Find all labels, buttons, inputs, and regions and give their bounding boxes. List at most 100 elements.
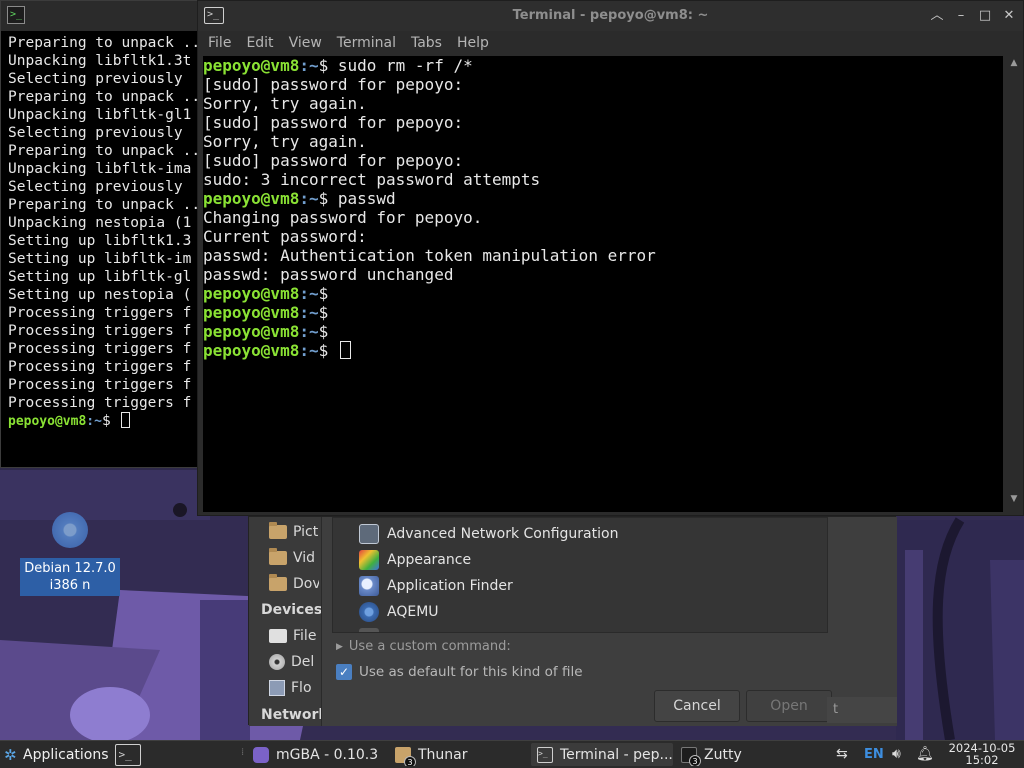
output-line: Setting up libfltk1.3	[8, 233, 192, 249]
output-line: Selecting previously	[8, 125, 192, 141]
window-count-badge: 3	[404, 755, 416, 766]
output-line: Processing triggers f	[8, 305, 192, 321]
output-line: Processing triggers f	[8, 395, 192, 411]
desktop-icon-label: Debian 12.7.0 i386 n	[20, 558, 120, 596]
terminal-launcher-icon[interactable]: >_	[114, 743, 141, 766]
output-line: Unpacking libfltk1.3t	[8, 53, 192, 69]
app-icon	[359, 628, 379, 632]
prompt-line: pepoyo@vm8:~$	[203, 303, 1003, 322]
terminal-menubar: File Edit View Terminal Tabs Help	[198, 31, 1023, 55]
task-thunar[interactable]: 3 Thunar	[389, 743, 529, 766]
output-line: Preparing to unpack ...	[8, 143, 199, 159]
network-config-icon	[359, 524, 379, 544]
background-terminal-titlebar[interactable]: >_	[1, 1, 199, 31]
output-line: Unpacking libfltk-ima	[8, 161, 192, 177]
prompt-user: pepoyo@vm8	[203, 303, 300, 322]
keyboard-layout-indicator[interactable]: EN	[864, 747, 886, 762]
output-line: passwd: password unchanged	[203, 265, 454, 284]
output-line: Preparing to unpack ...	[8, 35, 199, 51]
output-line: Preparing to unpack ...	[8, 89, 199, 105]
terminal-window[interactable]: >_ Terminal - pepoyo@vm8: ~ ︿ – □ ✕ File…	[197, 0, 1024, 516]
sidebar-item-downloads[interactable]: Dov	[269, 573, 319, 595]
dialog-main: Advanced Network Configuration Appearanc…	[321, 517, 897, 726]
close-button[interactable]: ✕	[1001, 6, 1017, 26]
network-icon[interactable]: ⇆	[836, 746, 858, 762]
cd-disc-icon	[52, 512, 88, 548]
menu-tabs[interactable]: Tabs	[411, 31, 449, 55]
volume-icon[interactable]: 🔊︎	[892, 746, 914, 762]
folder-icon: 3	[395, 746, 416, 766]
menu-view[interactable]: View	[289, 31, 329, 55]
prompt-line: pepoyo@vm8:~$ passwd	[203, 189, 1003, 208]
appearance-icon	[359, 550, 379, 570]
terminal-screen[interactable]: pepoyo@vm8:~$ sudo rm -rf /* [sudo] passw…	[203, 56, 1003, 512]
aqemu-icon	[359, 602, 379, 622]
sidebar-item-floppy[interactable]: Flo	[269, 677, 319, 699]
menu-edit[interactable]: Edit	[246, 31, 280, 55]
app-item-aqemu[interactable]: AQEMU	[359, 600, 439, 624]
sidebar-item-pictures[interactable]: Pict	[269, 521, 319, 543]
menu-file[interactable]: File	[208, 31, 238, 55]
command-text: $	[318, 284, 329, 303]
output-line: [sudo] password for pepoyo:	[203, 75, 464, 94]
app-item-appearance[interactable]: Appearance	[359, 548, 471, 572]
terminal-scrollbar[interactable]: ▲ ▼	[1008, 58, 1020, 510]
output-line: passwd: Authentication token manipulatio…	[203, 246, 656, 265]
sidebar-item-videos[interactable]: Vid	[269, 547, 319, 569]
window-controls: ︿ – □ ✕	[929, 6, 1017, 26]
maximize-button[interactable]: □	[977, 6, 993, 26]
prompt-line: pepoyo@vm8:~$	[203, 341, 1003, 360]
prompt-symbol: $	[101, 413, 120, 429]
minimize-button[interactable]: –	[953, 6, 969, 26]
sidebar-heading-network: Networl	[261, 707, 324, 723]
custom-command-expander[interactable]: ▶ Use a custom command:	[336, 639, 511, 654]
desktop-icon-debian[interactable]: Debian 12.7.0 i386 n	[20, 512, 120, 596]
output-line: Setting up libfltk-im	[8, 251, 192, 267]
background-terminal-output[interactable]: Preparing to unpack ... Unpacking libfltk…	[1, 31, 199, 467]
menu-help[interactable]: Help	[457, 31, 496, 55]
task-terminal[interactable]: >_ Terminal - pep...	[531, 743, 673, 766]
sidebar-item-debian-disc[interactable]: Del	[269, 651, 319, 673]
cd-icon	[269, 654, 285, 670]
task-zutty[interactable]: 3 Zutty	[675, 743, 815, 766]
app-item-partial[interactable]	[359, 626, 379, 632]
menu-terminal[interactable]: Terminal	[337, 31, 403, 55]
application-list[interactable]: Advanced Network Configuration Appearanc…	[332, 517, 828, 633]
scroll-down-arrow-icon[interactable]: ▼	[1008, 494, 1020, 508]
cancel-button[interactable]: Cancel	[654, 690, 740, 722]
open-button[interactable]: Open	[746, 690, 832, 722]
prompt-user: pepoyo@vm8	[203, 189, 300, 208]
clock[interactable]: 2024-10-05 15:02	[947, 742, 1017, 766]
command-text: $	[318, 341, 338, 360]
prompt-path: :~	[299, 322, 319, 341]
prompt-path: :~	[299, 303, 319, 322]
app-item-application-finder[interactable]: Application Finder	[359, 574, 513, 598]
notification-bell-icon[interactable]: 🔔︎	[916, 746, 936, 762]
prompt-path: :~	[299, 341, 319, 360]
prompt-user: pepoyo@vm8	[203, 56, 300, 75]
prompt-path: :~	[299, 56, 319, 75]
background-terminal-window[interactable]: >_ Preparing to unpack ... Unpacking libf…	[0, 0, 200, 468]
command-text: $	[318, 303, 329, 322]
shade-button[interactable]: ︿	[929, 6, 945, 26]
output-line: Sorry, try again.	[203, 132, 367, 151]
taskbar-separator: ⁞	[241, 747, 245, 758]
sidebar-item-filesystem[interactable]: File	[269, 625, 319, 647]
output-line: Unpacking libfltk-gl1	[8, 107, 192, 123]
scroll-up-arrow-icon[interactable]: ▲	[1008, 58, 1020, 72]
folder-icon	[269, 522, 287, 539]
command-text: $	[318, 322, 329, 341]
open-with-dialog[interactable]: Pict Vid Dov Devices File Del Flo Networ…	[248, 516, 897, 726]
output-line: Changing password for pepoyo.	[203, 208, 483, 227]
prompt-user: pepoyo@vm8	[8, 414, 87, 429]
floppy-icon	[269, 680, 285, 696]
prompt-path: :~	[299, 284, 319, 303]
terminal-titlebar[interactable]: >_ Terminal - pepoyo@vm8: ~ ︿ – □ ✕	[198, 1, 1023, 31]
dialog-sidebar: Pict Vid Dov Devices File Del Flo Networ…	[249, 517, 324, 726]
applications-menu-button[interactable]: ✲ Applications	[0, 741, 109, 768]
app-item-advanced-network[interactable]: Advanced Network Configuration	[359, 522, 618, 546]
use-as-default-checkbox[interactable]: ✓ Use as default for this kind of file	[336, 664, 583, 680]
command-text: $ passwd	[318, 189, 396, 208]
folder-icon	[269, 574, 287, 591]
task-mgba[interactable]: mGBA - 0.10.3	[247, 743, 387, 766]
